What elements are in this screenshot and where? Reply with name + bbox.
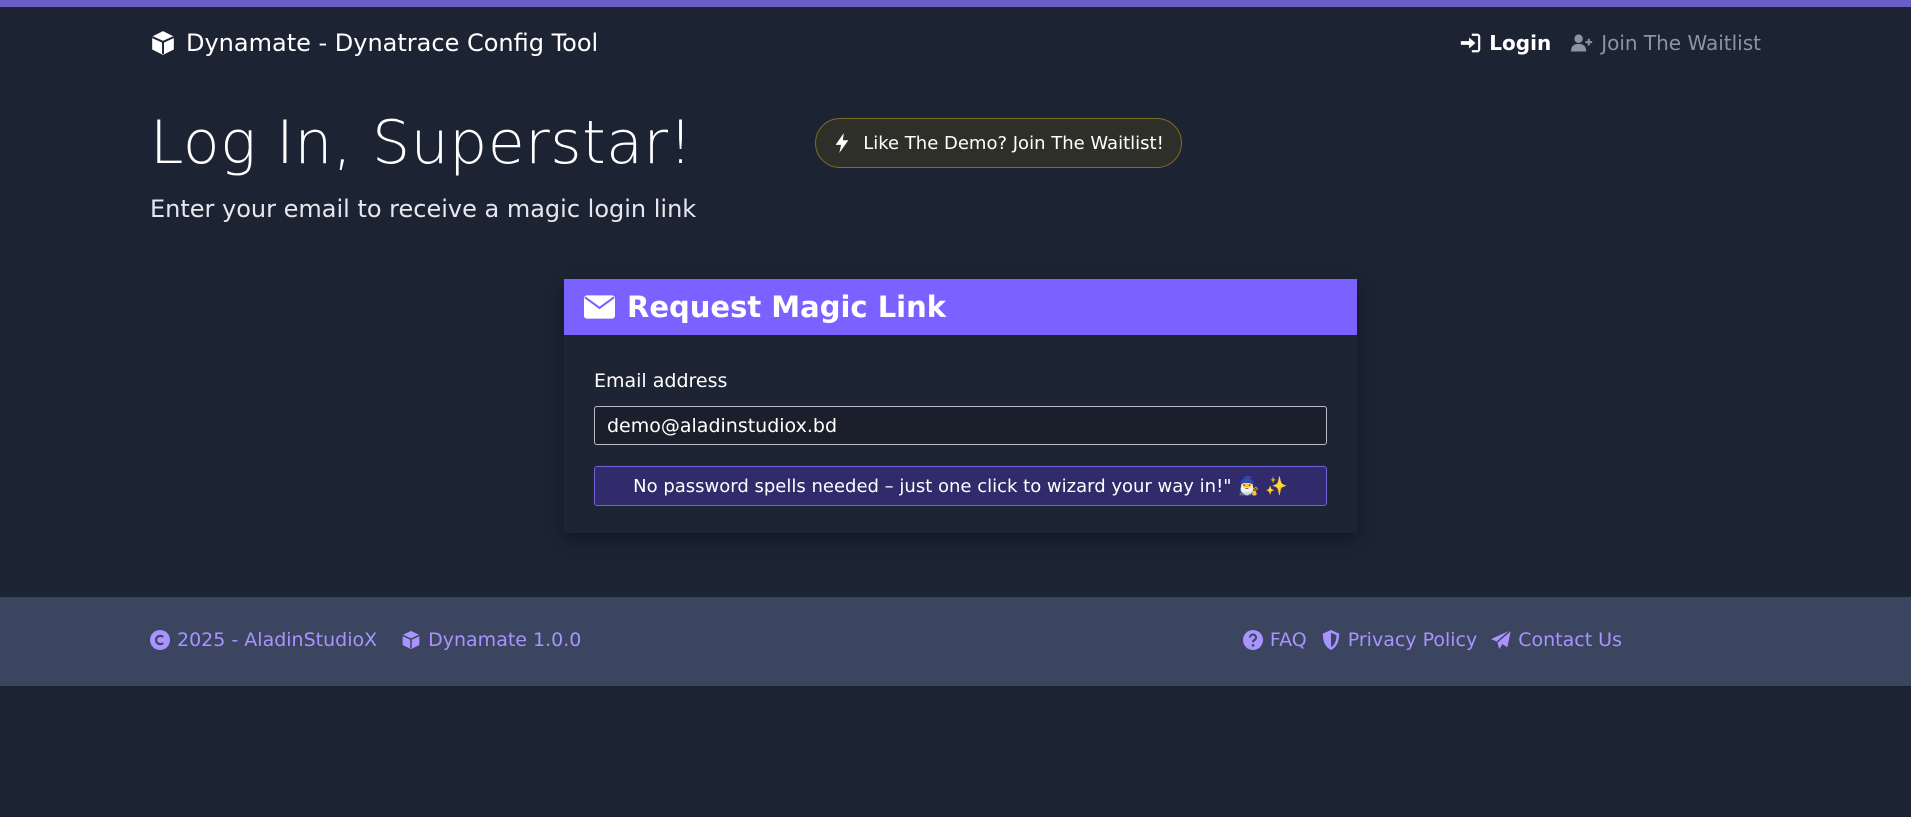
copyright-icon — [150, 630, 170, 650]
email-label: Email address — [594, 370, 728, 392]
footer-copyright: 2025 - AladinStudioX — [150, 629, 377, 651]
brand-link[interactable]: Dynamate - Dynatrace Config Tool — [150, 29, 598, 57]
email-input[interactable] — [594, 406, 1327, 445]
bolt-icon — [835, 133, 849, 153]
copyright-text: 2025 - AladinStudioX — [177, 629, 378, 651]
footer-privacy-link[interactable]: Privacy Policy — [1321, 629, 1477, 651]
card-header: Request Magic Link — [564, 279, 1357, 335]
footer-faq-link[interactable]: FAQ — [1242, 629, 1307, 651]
paper-plane-icon — [1491, 630, 1512, 650]
top-accent-stripe — [0, 0, 1911, 7]
join-waitlist-button[interactable]: Like The Demo? Join The Waitlist! — [815, 118, 1182, 168]
shield-icon — [1322, 630, 1339, 650]
envelope-icon — [584, 295, 615, 319]
page-title: Log In, Superstar! — [150, 108, 694, 178]
sign-in-icon — [1461, 33, 1481, 53]
waitlist-label: Join The Waitlist — [1601, 31, 1761, 55]
user-plus-icon — [1571, 34, 1593, 52]
login-label: Login — [1489, 31, 1552, 55]
cube-icon — [151, 31, 175, 55]
navbar: Dynamate - Dynatrace Config Tool Login J… — [0, 7, 1911, 79]
card-title: Request Magic Link — [627, 290, 947, 324]
version-text: Dynamate 1.0.0 — [428, 629, 582, 651]
cube-icon — [402, 630, 420, 650]
footer: 2025 - AladinStudioX Dynamate 1.0.0 FAQ … — [0, 597, 1911, 686]
faq-label: FAQ — [1269, 629, 1307, 651]
join-waitlist-button-label: Like The Demo? Join The Waitlist! — [863, 132, 1164, 154]
send-magic-link-button[interactable]: No password spells needed – just one cli… — [594, 466, 1327, 506]
brand-title: Dynamate - Dynatrace Config Tool — [186, 29, 599, 57]
page-subtitle: Enter your email to receive a magic logi… — [150, 195, 697, 223]
privacy-label: Privacy Policy — [1347, 629, 1478, 651]
question-circle-icon — [1242, 630, 1263, 650]
magic-link-card: Request Magic Link Email address No pass… — [564, 279, 1357, 533]
login-link[interactable]: Login — [1459, 31, 1551, 55]
footer-contact-link[interactable]: Contact Us — [1491, 629, 1622, 651]
join-waitlist-link[interactable]: Join The Waitlist — [1571, 31, 1761, 55]
nav-links: Login Join The Waitlist — [1459, 31, 1761, 55]
footer-version-link[interactable]: Dynamate 1.0.0 — [401, 629, 581, 651]
contact-label: Contact Us — [1518, 629, 1622, 651]
footer-links: FAQ Privacy Policy Contact Us — [1242, 629, 1622, 651]
footer-left: 2025 - AladinStudioX Dynamate 1.0.0 — [150, 629, 581, 651]
